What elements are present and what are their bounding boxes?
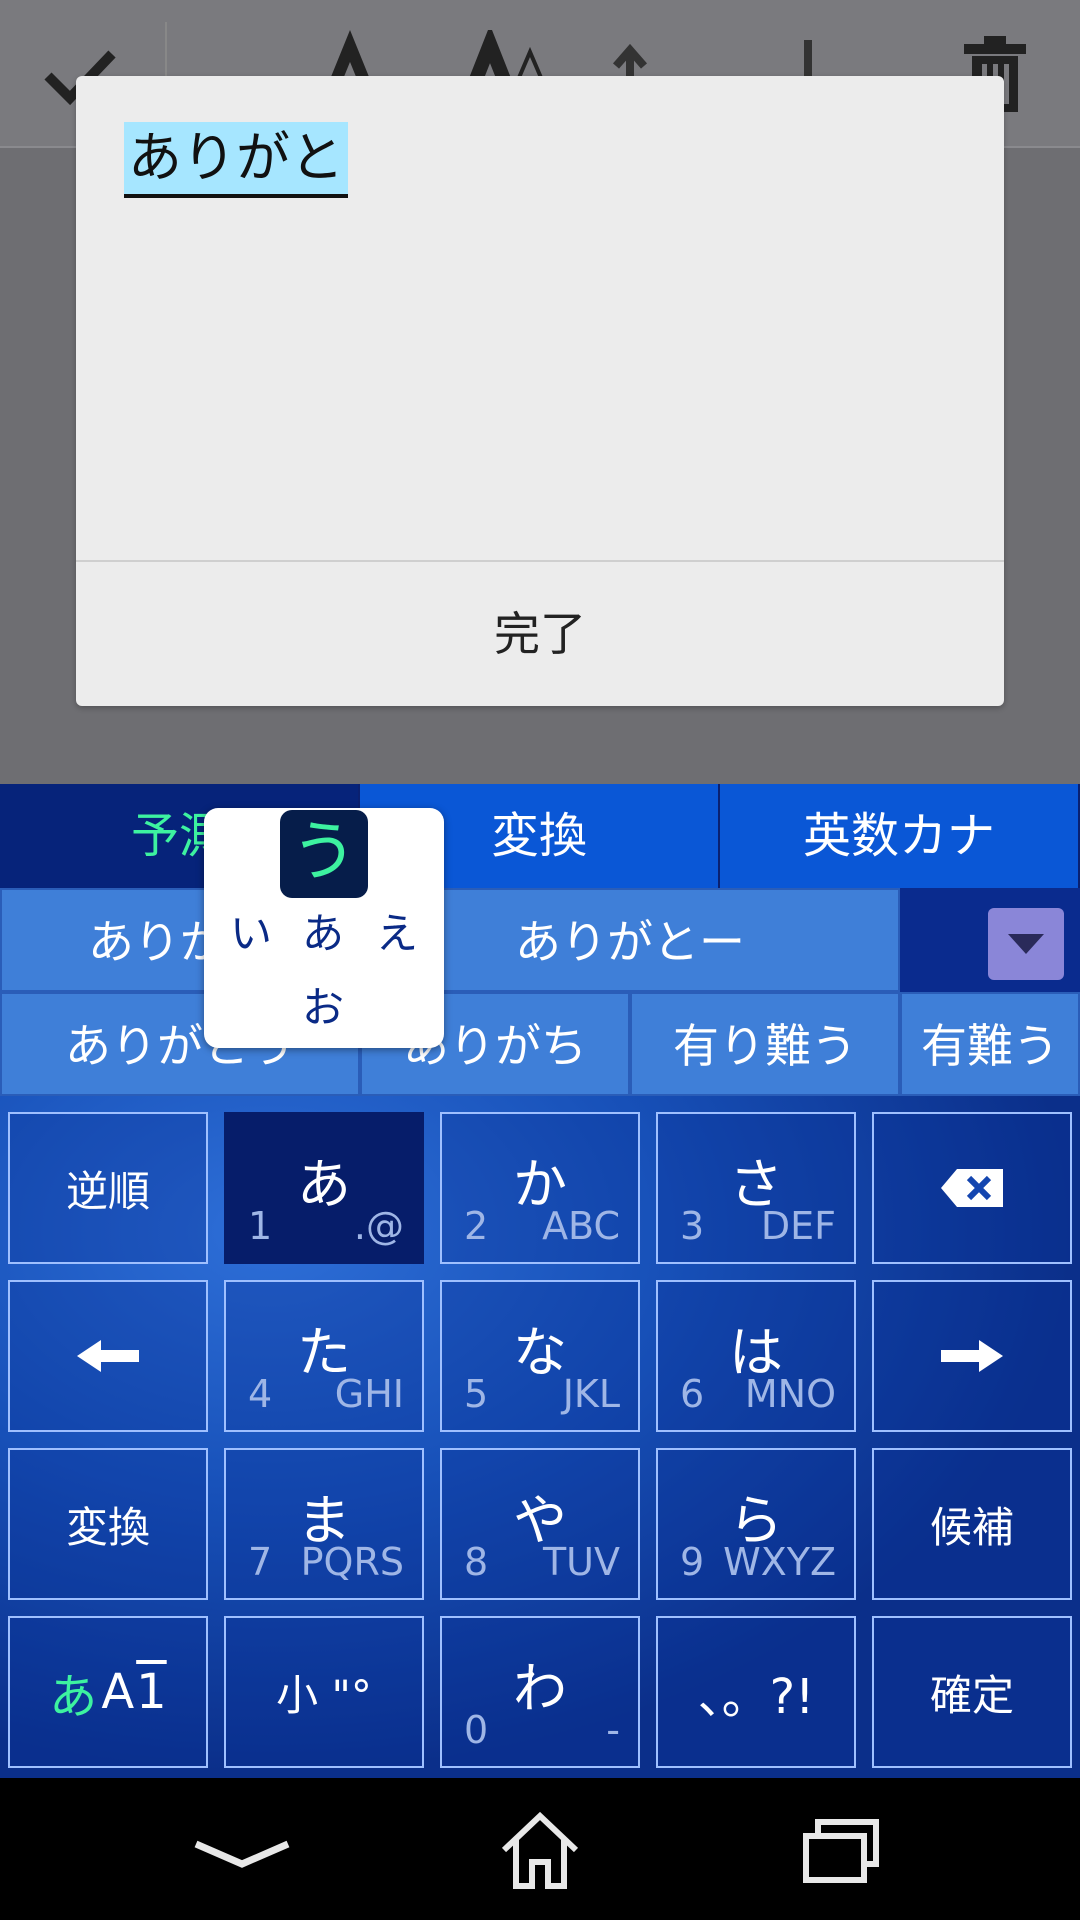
home-icon[interactable]	[480, 1806, 600, 1896]
mode-num-label: 1	[136, 1664, 167, 1720]
flick-left-char[interactable]: い	[230, 900, 272, 961]
key-sa[interactable]: さ 3 DEF	[656, 1112, 856, 1264]
key-wa[interactable]: わ 0 -	[440, 1616, 640, 1768]
chevron-down-icon[interactable]	[988, 908, 1064, 980]
candidate-item[interactable]: 有り難う	[630, 992, 900, 1096]
arrow-left-icon	[10, 1282, 206, 1430]
recent-apps-icon[interactable]	[780, 1806, 900, 1896]
convert-key[interactable]: 変換	[8, 1448, 208, 1600]
backspace-icon	[874, 1114, 1070, 1262]
mode-kana-label: あ	[49, 1669, 98, 1725]
left-arrow-key[interactable]	[8, 1280, 208, 1432]
key-ra[interactable]: ら 9 WXYZ	[656, 1448, 856, 1600]
candidate-expand[interactable]	[900, 888, 1080, 992]
arrow-right-icon	[874, 1282, 1070, 1430]
reverse-key[interactable]: 逆順	[8, 1112, 208, 1264]
flick-middle-char[interactable]: あ	[302, 900, 344, 961]
candidate-item[interactable]: 有難う	[900, 992, 1080, 1096]
ime-keyboard: 予測 変換 英数カナ ありがと ありがとー ありがとう ありがち 有り難う 有難…	[0, 784, 1080, 1778]
mode-bar: 予測 変換 英数カナ	[0, 784, 1080, 888]
system-nav-bar	[0, 1778, 1080, 1920]
candidate-key[interactable]: 候補	[872, 1448, 1072, 1600]
backspace-key[interactable]	[872, 1112, 1072, 1264]
mode-alpha-label: A	[101, 1664, 135, 1720]
flick-center-char[interactable]: う	[280, 810, 368, 898]
input-mode-key[interactable]: あ A 1	[8, 1616, 208, 1768]
key-ma[interactable]: ま 7 PQRS	[224, 1448, 424, 1600]
key-ka[interactable]: か 2 ABC	[440, 1112, 640, 1264]
small-dakuten-key[interactable]: 小 "°	[224, 1616, 424, 1768]
candidate-row-1: ありがと ありがとー	[0, 888, 1080, 992]
flick-bottom-char[interactable]: お	[302, 974, 344, 1035]
back-down-icon[interactable]	[182, 1806, 302, 1896]
confirm-key[interactable]: 確定	[872, 1616, 1072, 1768]
key-a[interactable]: あ 1 .@	[224, 1112, 424, 1264]
tab-alnum-kana[interactable]: 英数カナ	[720, 784, 1080, 888]
text-edit-dialog: ありがと 完了	[76, 76, 1004, 706]
key-ya[interactable]: や 8 TUV	[440, 1448, 640, 1600]
done-button[interactable]: 完了	[76, 562, 1004, 706]
key-ta[interactable]: た 4 GHI	[224, 1280, 424, 1432]
text-input[interactable]: ありがと	[124, 122, 348, 198]
candidate-row-2: ありがとう ありがち 有り難う 有難う	[0, 992, 1080, 1096]
key-na[interactable]: な 5 JKL	[440, 1280, 640, 1432]
key-ha[interactable]: は 6 MNO	[656, 1280, 856, 1432]
flick-right-char[interactable]: え	[376, 900, 418, 961]
right-arrow-key[interactable]	[872, 1280, 1072, 1432]
flick-popup: う い あ え お	[204, 808, 444, 1048]
punctuation-key[interactable]: 、。?!	[656, 1616, 856, 1768]
